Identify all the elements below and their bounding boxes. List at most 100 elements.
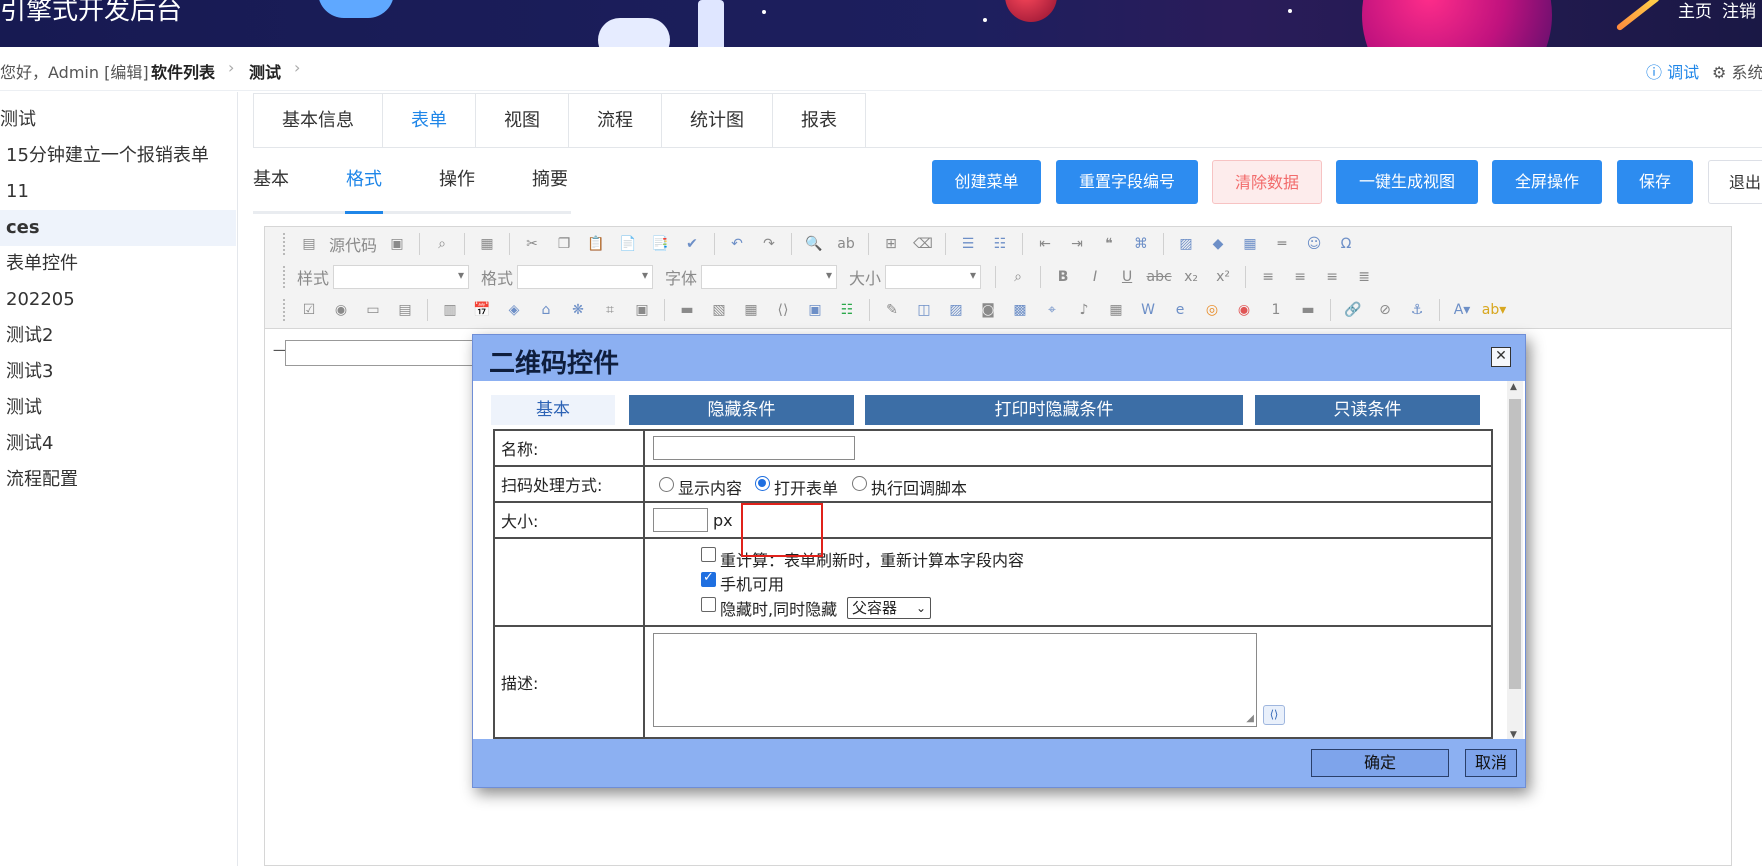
tab-report[interactable]: 报表 <box>773 94 865 147</box>
style-combo[interactable] <box>333 265 470 289</box>
cut-icon[interactable]: ✂ <box>521 233 543 255</box>
camera-control-icon[interactable]: ◙ <box>977 299 999 321</box>
scrollbar-thumb[interactable] <box>1509 399 1521 689</box>
mobile-available-label[interactable]: 手机可用 <box>720 571 784 595</box>
align-left-icon[interactable]: ≡ <box>1257 266 1279 288</box>
hide-together-checkbox[interactable] <box>701 597 716 612</box>
underline-icon[interactable]: U <box>1116 266 1138 288</box>
numbered-list-icon[interactable]: ☰ <box>957 233 979 255</box>
text-color-icon[interactable]: A▾ <box>1451 299 1473 321</box>
close-icon[interactable]: ✕ <box>1491 347 1511 367</box>
font-combo[interactable] <box>701 265 838 289</box>
smiley-icon[interactable]: ☺ <box>1303 233 1325 255</box>
dialog-tab-basic[interactable]: 基本 <box>491 395 615 425</box>
description-textarea[interactable]: ◢ <box>653 633 1257 727</box>
color-control-icon[interactable]: ◎ <box>1201 299 1223 321</box>
size-combo[interactable] <box>885 265 982 289</box>
select-all-icon[interactable]: ⊞ <box>880 233 902 255</box>
source-code-icon[interactable]: ▤ <box>298 233 320 255</box>
system-link[interactable]: ⚙ 系统 <box>1712 59 1762 83</box>
remove-format-icon[interactable]: ⌫ <box>912 233 934 255</box>
breadcrumb-software-list[interactable]: 软件列表 <box>151 59 215 83</box>
tab-view[interactable]: 视图 <box>476 94 569 147</box>
picture-control-icon[interactable]: ▨ <box>945 299 967 321</box>
tab-basic-info[interactable]: 基本信息 <box>254 94 383 147</box>
bulleted-list-icon[interactable]: ☷ <box>989 233 1011 255</box>
list-control-icon[interactable]: ☷ <box>836 299 858 321</box>
subtab-format[interactable]: 格式 <box>346 160 439 214</box>
dialog-header[interactable]: 二维码控件 ✕ <box>473 335 1525 381</box>
paste-word-icon[interactable]: 📑 <box>649 233 671 255</box>
tab-chart[interactable]: 统计图 <box>662 94 773 147</box>
dialog-control-icon[interactable]: ▣ <box>631 299 653 321</box>
generate-view-button[interactable]: 一键生成视图 <box>1336 160 1478 204</box>
scan-option-show-radio[interactable] <box>659 477 674 492</box>
hide-together-label[interactable]: 隐藏时,同时隐藏 <box>720 596 837 620</box>
audio-control-icon[interactable]: ♪ <box>1073 299 1095 321</box>
pagenum-control-icon[interactable]: 1 <box>1265 299 1287 321</box>
ie-control-icon[interactable]: e <box>1169 299 1191 321</box>
reset-field-number-button[interactable]: 重置字段编号 <box>1056 160 1198 204</box>
dialog-scrollbar[interactable]: ▲ ▼ <box>1507 381 1523 741</box>
size-input[interactable] <box>653 508 708 532</box>
relation-control-icon[interactable]: ❋ <box>567 299 589 321</box>
anchor-icon[interactable]: ⚓ <box>1406 299 1428 321</box>
scan-option-open-form-label[interactable]: 打开表单 <box>774 475 838 499</box>
textarea-control-icon[interactable]: ▤ <box>394 299 416 321</box>
special-char-icon[interactable]: Ω <box>1335 233 1357 255</box>
subscript-icon[interactable]: x₂ <box>1180 266 1202 288</box>
exit-button[interactable]: 退出 <box>1708 160 1762 204</box>
user-control-icon[interactable]: ◈ <box>503 299 525 321</box>
department-control-icon[interactable]: ⌂ <box>535 299 557 321</box>
logout-link[interactable]: 注销 <box>1722 0 1756 22</box>
subtab-operation[interactable]: 操作 <box>439 160 532 214</box>
fullscreen-button[interactable]: 全屏操作 <box>1492 160 1602 204</box>
italic-icon[interactable]: I <box>1084 266 1106 288</box>
layer-control-icon[interactable]: ◫ <box>913 299 935 321</box>
date-control-icon[interactable]: 📅 <box>471 299 493 321</box>
align-justify-icon[interactable]: ≣ <box>1353 266 1375 288</box>
confirm-button[interactable]: 确定 <box>1311 749 1449 777</box>
table-icon[interactable]: ▦ <box>1239 233 1261 255</box>
link-icon[interactable]: 🔗 <box>1342 299 1364 321</box>
scan-option-callback-label[interactable]: 执行回调脚本 <box>871 475 967 499</box>
save-doc-icon[interactable]: ▣ <box>386 233 408 255</box>
redo-icon[interactable]: ↷ <box>758 233 780 255</box>
preview-icon[interactable]: ⌕ <box>431 233 453 255</box>
tree-item[interactable]: 表单控件 <box>0 246 236 282</box>
button-control-icon[interactable]: ▬ <box>676 299 698 321</box>
tree-item[interactable]: 测试4 <box>0 426 236 462</box>
cancel-button[interactable]: 取消 <box>1465 749 1517 777</box>
strikethrough-icon[interactable]: abc <box>1146 266 1171 288</box>
horizontal-line-icon[interactable]: ═ <box>1271 233 1293 255</box>
dialog-tab-print-hide-condition[interactable]: 打印时隐藏条件 <box>865 395 1243 425</box>
paste-text-icon[interactable]: 📄 <box>617 233 639 255</box>
editor-placeholder-field[interactable] <box>285 340 475 366</box>
code-editor-icon[interactable]: ⟨⟩ <box>1263 705 1285 725</box>
clear-data-button[interactable]: 清除数据 <box>1212 160 1322 204</box>
tree-control-icon[interactable]: ⌗ <box>599 299 621 321</box>
form-control-icon[interactable]: ▥ <box>439 299 461 321</box>
tab-form[interactable]: 表单 <box>383 94 476 147</box>
tree-item[interactable]: 流程配置 <box>0 462 236 498</box>
target-control-icon[interactable]: ◉ <box>1233 299 1255 321</box>
tree-item[interactable]: 15分钟建立一个报销表单 <box>0 138 236 174</box>
tree-item[interactable]: 11 <box>0 174 236 210</box>
template-icon[interactable]: ▦ <box>476 233 498 255</box>
hide-target-select[interactable]: 父容器 ⌄ <box>847 597 931 619</box>
bold-icon[interactable]: B <box>1052 266 1074 288</box>
radio-control-icon[interactable]: ◉ <box>330 299 352 321</box>
bg-color-icon[interactable]: ab▾ <box>1482 299 1507 321</box>
subform-control-icon[interactable]: ▧ <box>708 299 730 321</box>
outdent-icon[interactable]: ⇤ <box>1034 233 1056 255</box>
breadcrumb-current[interactable]: 测试 <box>249 59 281 83</box>
zoom-icon[interactable]: ⌕ <box>1007 266 1029 288</box>
code-control-icon[interactable]: ⟨⟩ <box>772 299 794 321</box>
dialog-tab-hide-condition[interactable]: 隐藏条件 <box>629 395 854 425</box>
unlink-icon[interactable]: ⊘ <box>1374 299 1396 321</box>
qrcode-control-icon[interactable]: ▦ <box>1105 299 1127 321</box>
spellcheck-icon[interactable]: ✔ <box>681 233 703 255</box>
debug-link[interactable]: ⓘ 调试 <box>1646 59 1699 83</box>
div-container-icon[interactable]: ⌘ <box>1130 233 1152 255</box>
align-right-icon[interactable]: ≡ <box>1321 266 1343 288</box>
